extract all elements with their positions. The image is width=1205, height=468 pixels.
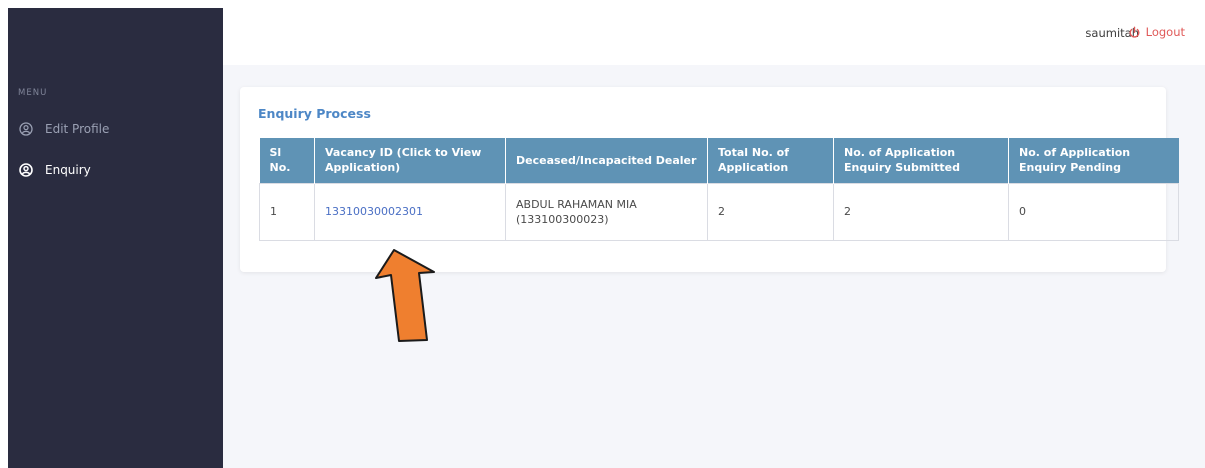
cell-enquiry-pending: 0 <box>1008 182 1179 241</box>
power-icon <box>1128 26 1141 39</box>
logout-label: Logout <box>1145 25 1185 39</box>
vacancy-id-link[interactable]: 13310030002301 <box>325 205 423 218</box>
header-total-applications: Total No. of Application <box>707 138 834 183</box>
user-circle-icon <box>18 121 34 137</box>
enquiry-card: Enquiry Process Sl No. Vacancy ID (Click… <box>240 87 1179 272</box>
cell-dealer: ABDUL RAHAMAN MIA (133100300023) <box>505 182 708 241</box>
user-circle-icon <box>18 162 34 178</box>
arrow-up-icon <box>375 249 435 342</box>
topbar: saumitah Logout <box>223 8 1205 65</box>
header-sl-no: Sl No. <box>259 138 315 183</box>
cell-vacancy-id: 13310030002301 <box>314 182 506 241</box>
logout-button[interactable]: Logout <box>1128 25 1185 39</box>
enquiry-table: Sl No. Vacancy ID (Click to View Applica… <box>259 138 1179 241</box>
header-dealer: Deceased/Incapacited Dealer <box>505 138 708 183</box>
cell-sl-no: 1 <box>259 182 315 241</box>
header-enquiry-submitted: No. of Application Enquiry Submitted <box>833 138 1009 183</box>
sidebar-item-enquiry[interactable]: Enquiry <box>18 159 91 181</box>
sidebar-item-edit-profile[interactable]: Edit Profile <box>18 118 109 140</box>
sidebar-item-label: Enquiry <box>45 163 91 177</box>
cell-enquiry-submitted: 2 <box>833 182 1009 241</box>
table-header-row: Sl No. Vacancy ID (Click to View Applica… <box>259 138 1179 183</box>
header-enquiry-pending: No. of Application Enquiry Pending <box>1008 138 1179 183</box>
app-window: MENU Edit Profile Enquiry saumitah Logou… <box>8 8 1205 468</box>
menu-title: MENU <box>18 88 48 98</box>
cell-total-applications: 2 <box>707 182 834 241</box>
table-row: 1 13310030002301 ABDUL RAHAMAN MIA (1331… <box>259 182 1179 241</box>
sidebar-item-label: Edit Profile <box>45 122 110 136</box>
card-title: Enquiry Process <box>258 106 371 121</box>
sidebar: MENU Edit Profile Enquiry <box>8 8 223 468</box>
header-vacancy-id: Vacancy ID (Click to View Application) <box>314 138 506 183</box>
